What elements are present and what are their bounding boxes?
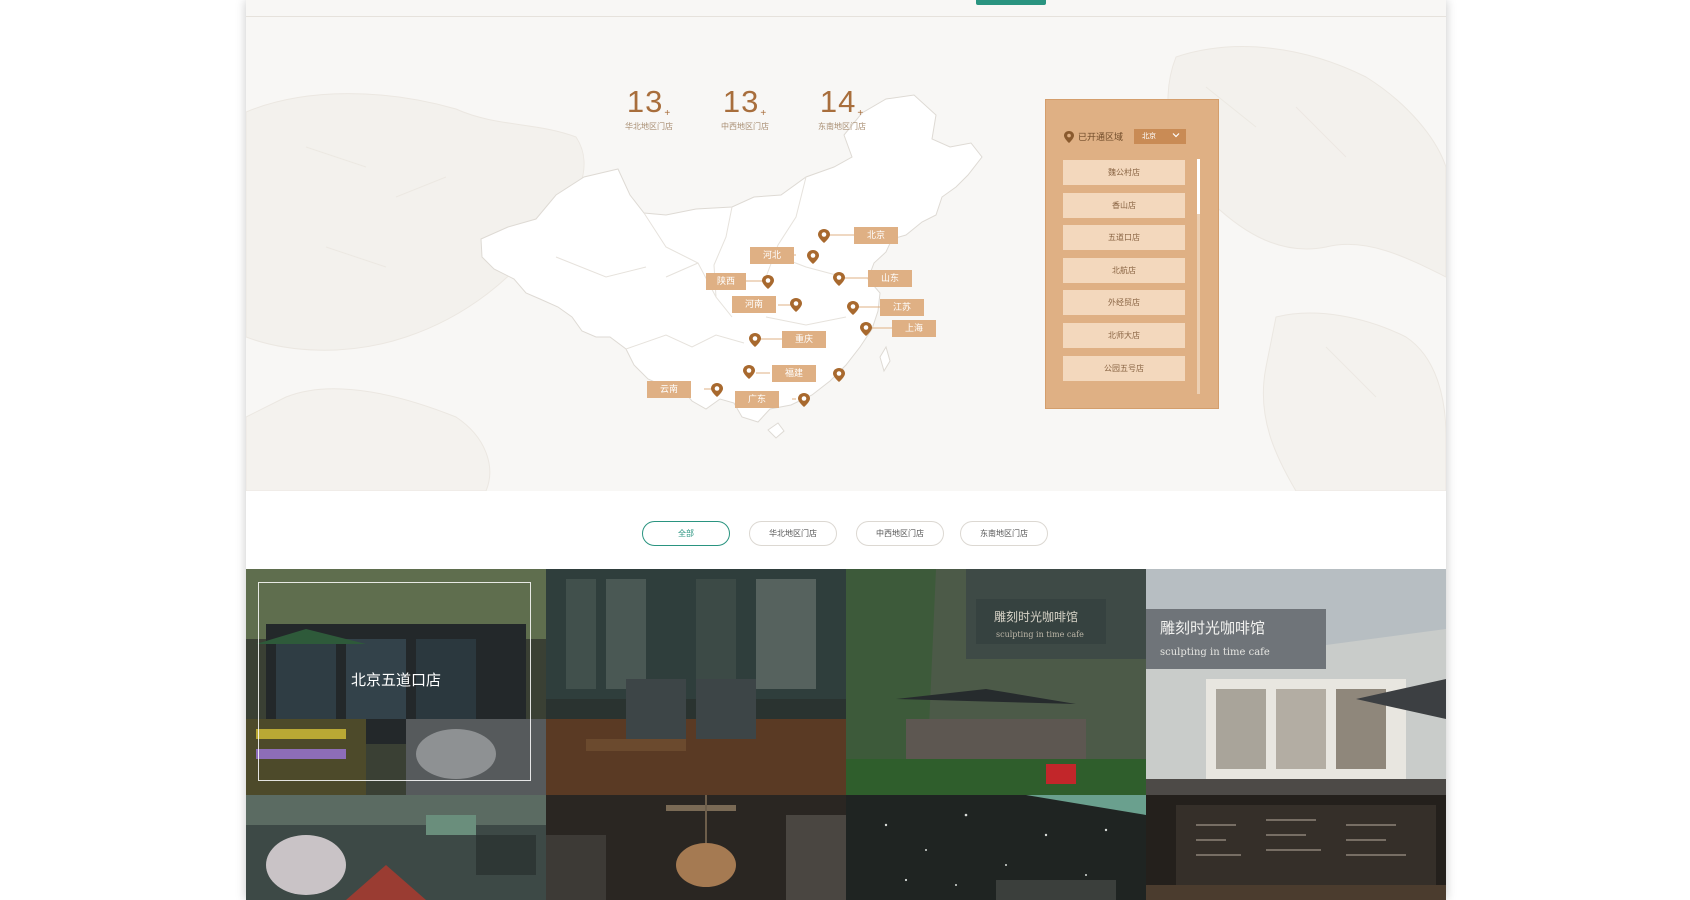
cafe-sign-english: sculpting in time cafe	[1160, 647, 1270, 658]
cafe-sign-text: 雕刻时光咖啡馆	[1160, 619, 1265, 637]
location-pin-icon[interactable]	[847, 301, 859, 315]
map-label-shanghai[interactable]: 上海	[892, 320, 936, 337]
map-label-henan[interactable]: 河南	[732, 296, 776, 313]
store-photo[interactable]: 雕刻时光咖啡馆 sculpting in time cafe	[846, 569, 1146, 795]
map-label-beijing[interactable]: 北京	[854, 227, 898, 244]
panel-header: 已开通区域	[1064, 130, 1123, 143]
location-pin-icon[interactable]	[807, 250, 819, 264]
location-pin-icon	[1064, 130, 1074, 143]
scrollbar-thumb[interactable]	[1197, 159, 1200, 214]
cafe-sign-text: 雕刻时光咖啡馆	[994, 609, 1078, 624]
location-pin-icon[interactable]	[743, 365, 755, 379]
map-label-shandong[interactable]: 山东	[868, 270, 912, 287]
store-list-item[interactable]: 五道口店	[1063, 225, 1185, 251]
store-list-item[interactable]: 魏公村店	[1063, 160, 1185, 185]
location-pin-icon[interactable]	[711, 383, 723, 397]
store-list-item[interactable]: 北航店	[1063, 257, 1185, 283]
map-label-chongqing[interactable]: 重庆	[782, 331, 826, 348]
store-photo[interactable]	[846, 795, 1146, 900]
map-label-guangdong[interactable]: 广东	[735, 391, 779, 408]
label-connectors	[704, 234, 892, 400]
store-photo[interactable]	[1146, 795, 1446, 900]
store-photo[interactable]: 雕刻时光咖啡馆 sculpting in time cafe	[1146, 569, 1446, 795]
location-pin-icon[interactable]	[790, 298, 802, 312]
filter-central-west-button[interactable]: 中西地区门店	[856, 521, 944, 546]
region-select-value: 北京	[1142, 133, 1156, 140]
location-pin-icon[interactable]	[762, 275, 774, 289]
filter-southeast-button[interactable]: 东南地区门店	[960, 521, 1048, 546]
map-label-yunnan[interactable]: 云南	[647, 381, 691, 398]
map-label-hebei[interactable]: 河北	[750, 247, 794, 264]
location-pin-icon[interactable]	[833, 272, 845, 286]
store-photo[interactable]	[246, 795, 546, 900]
filter-north-button[interactable]: 华北地区门店	[749, 521, 837, 546]
location-pin-icon[interactable]	[860, 322, 872, 336]
store-list-panel: 已开通区域 北京 魏公村店 香山店 五道口店 北航店 外经贸店 北师大店 公园五…	[1045, 99, 1219, 409]
panel-heading: 已开通区域	[1078, 132, 1124, 142]
page: 13+ 华北地区门店 13+ 中西地区门店 14+ 东南地区门店 北京 河北 陕…	[246, 0, 1446, 900]
store-list-item[interactable]: 香山店	[1063, 192, 1185, 218]
featured-store-title: 北京五道口店	[350, 672, 441, 689]
store-gallery: 北京五道口店 雕刻时光咖啡馆 sculpting in time cafe 雕刻…	[246, 569, 1446, 900]
cafe-sign-english: sculpting in time cafe	[996, 630, 1084, 639]
header-bar	[246, 0, 1446, 17]
location-pin-icon[interactable]	[833, 368, 845, 382]
store-list-scrollbar[interactable]	[1197, 159, 1200, 394]
region-filter-bar: 全部 华北地区门店 中西地区门店 东南地区门店	[246, 491, 1446, 569]
map-label-shaanxi[interactable]: 陕西	[706, 273, 746, 290]
header-button-clipped[interactable]	[976, 0, 1046, 5]
filter-all-button[interactable]: 全部	[642, 521, 730, 546]
store-list-item[interactable]: 北师大店	[1063, 322, 1185, 348]
store-list-item[interactable]: 外经贸店	[1063, 290, 1185, 316]
store-photo-featured[interactable]: 北京五道口店	[246, 569, 546, 795]
location-pin-icon[interactable]	[798, 393, 810, 407]
nav-link-clipped[interactable]	[474, 0, 514, 3]
location-pin-icon[interactable]	[818, 229, 830, 243]
map-label-fujian[interactable]: 福建	[772, 365, 816, 382]
location-pin-icon[interactable]	[749, 333, 761, 347]
map-label-jiangsu[interactable]: 江苏	[880, 299, 924, 316]
store-photo[interactable]	[546, 795, 846, 900]
store-map-section: 13+ 华北地区门店 13+ 中西地区门店 14+ 东南地区门店 北京 河北 陕…	[246, 17, 1446, 491]
store-photo[interactable]	[546, 569, 846, 795]
chevron-down-icon	[1172, 133, 1180, 138]
store-list: 魏公村店 香山店 五道口店 北航店 外经贸店 北师大店 公园五号店	[1063, 160, 1187, 388]
region-select[interactable]: 北京	[1134, 129, 1186, 144]
store-list-item[interactable]: 公园五号店	[1063, 355, 1185, 381]
